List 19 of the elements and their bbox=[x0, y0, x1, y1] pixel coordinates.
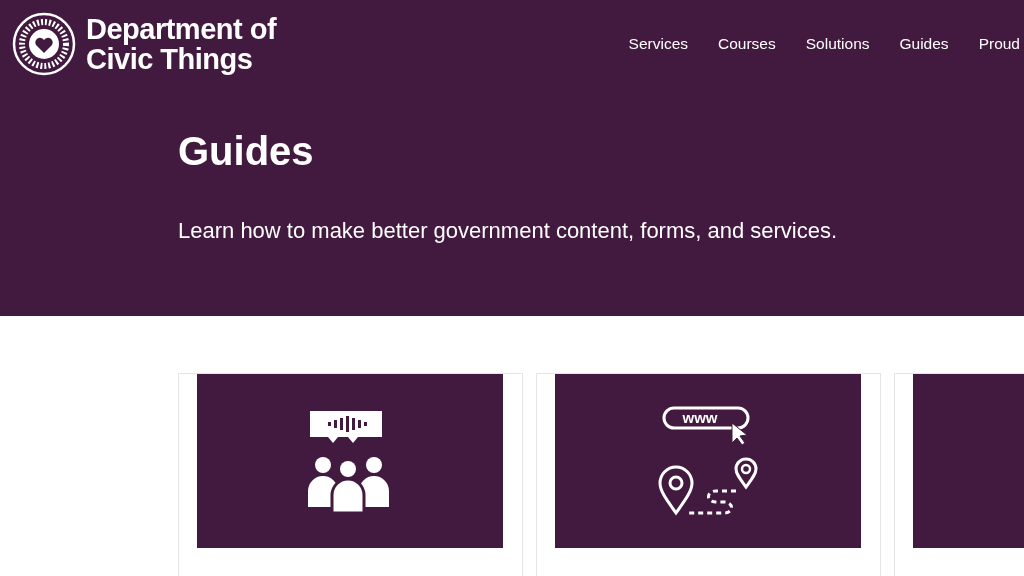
location-pin-icon bbox=[734, 457, 758, 489]
guide-card[interactable]: www bbox=[536, 373, 881, 576]
guide-card[interactable] bbox=[178, 373, 523, 576]
url-text: www bbox=[682, 409, 718, 426]
nav-link[interactable]: Solutions bbox=[805, 35, 870, 53]
nav-link[interactable]: Proud bbox=[978, 35, 1020, 53]
heart-seal-icon[interactable] bbox=[12, 12, 76, 76]
nav-link[interactable]: Guides bbox=[899, 35, 949, 53]
audience-icon bbox=[308, 409, 392, 513]
site-name[interactable]: Department of bbox=[86, 14, 277, 44]
address-bar-icon bbox=[662, 406, 750, 430]
dashed-route-icon bbox=[688, 489, 736, 515]
location-pin-icon bbox=[658, 465, 694, 515]
nav-link[interactable]: Courses bbox=[718, 35, 776, 53]
page-title: Guides bbox=[178, 128, 315, 174]
cursor-icon bbox=[731, 422, 748, 446]
page-subtitle: Learn how to make better government content, forms, and services. bbox=[178, 218, 839, 244]
site-name[interactable]: Civic Things bbox=[86, 44, 277, 74]
nav-link[interactable]: Services bbox=[628, 35, 688, 53]
